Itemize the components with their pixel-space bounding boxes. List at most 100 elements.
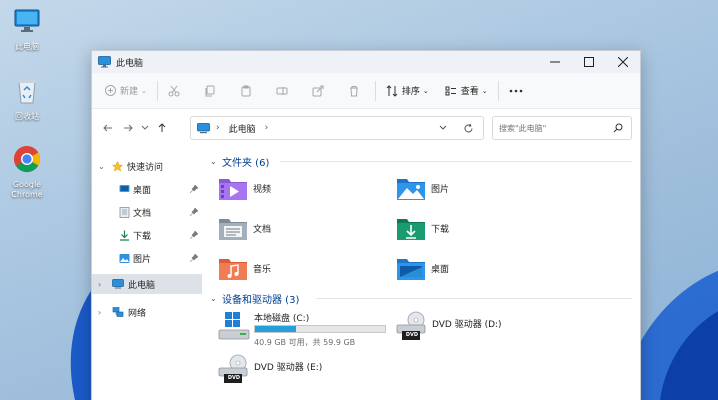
content-pane: ⌄ 文件夹 (6) 视频 图片 文档 下载 音乐 桌面 ⌄ 设备和驱动器 (3)… [204,151,638,400]
view-icon [445,86,456,95]
pin-icon[interactable] [190,208,198,216]
sidebar-item-desktop[interactable]: 桌面 [92,179,202,199]
chevron-down-icon: ⌄ [481,86,488,95]
breadcrumb-item[interactable]: 此电脑 [229,122,256,135]
share-icon [312,85,324,96]
sidebar-item-pictures[interactable]: 图片 [92,248,202,268]
dvd-badge: DVD [227,375,241,381]
copy-icon [205,85,215,96]
divider [280,161,632,162]
this-pc-icon [98,56,111,68]
new-button-label: 新建 [120,87,139,97]
pin-icon[interactable] [190,254,198,262]
search-input[interactable] [499,123,609,133]
sidebar-item-documents[interactable]: 文档 [92,202,202,222]
drive-label: DVD 驱动器 (D:) [432,320,502,330]
close-button[interactable] [606,51,640,73]
divider [316,298,632,299]
folder-item-documents[interactable]: 文档 [218,213,388,243]
more-options-button[interactable] [504,78,528,104]
sidebar-item-this-pc[interactable]: › 此电脑 [92,274,202,294]
folder-item-videos[interactable]: 视频 [218,173,388,203]
pin-icon[interactable] [190,231,198,239]
chevron-down-icon[interactable]: ⌄ [98,162,105,171]
drive-label: 本地磁盘 (C:) [254,314,310,324]
view-button[interactable]: 查看 ⌄ [440,78,493,104]
sidebar-item-label: 图片 [133,254,152,265]
chevron-down-icon[interactable] [439,125,447,131]
pictures-icon [119,253,130,263]
delete-button[interactable] [343,78,365,104]
chevron-right-icon[interactable]: › [98,280,101,289]
documents-folder-icon [219,219,247,240]
sort-button[interactable]: 排序 ⌄ [381,78,434,104]
maximize-button[interactable] [572,51,606,73]
paste-icon [241,85,251,96]
pin-icon[interactable] [190,185,198,193]
this-pc-icon [112,279,124,289]
forward-button[interactable] [118,116,138,140]
minimize-button[interactable] [538,51,572,73]
chevron-down-icon[interactable]: ⌄ [210,157,222,166]
desktop-icon-chrome[interactable]: Google Chrome [2,144,52,200]
copy-button[interactable] [199,78,221,104]
folder-item-pictures[interactable]: 图片 [396,173,566,203]
dvd-badge: DVD [405,332,419,338]
desktop-icon-recycle-bin[interactable]: 回收站 [2,76,52,122]
chevron-down-icon[interactable]: ⌄ [210,294,222,303]
drive-usage-fill [255,326,297,332]
desktop-icon-label: 回收站 [15,112,39,121]
search-icon[interactable] [613,123,623,133]
chrome-icon [13,145,41,173]
minimize-icon [550,61,560,63]
sidebar-item-quick-access[interactable]: ⌄ 快速访问 [92,156,202,176]
download-icon [120,230,129,241]
window-title: 此电脑 [116,58,144,69]
drive-item-c[interactable]: 本地磁盘 (C:) 40.9 GB 可用，共 59.9 GB [218,311,398,347]
group-title: 文件夹 (6) [222,157,270,169]
sidebar-item-label: 此电脑 [128,280,156,291]
sidebar-item-downloads[interactable]: 下载 [92,225,202,245]
back-button[interactable] [98,116,118,140]
downloads-folder-icon [397,219,425,240]
sidebar-item-network[interactable]: › 网络 [92,302,202,322]
pictures-folder-icon [397,179,425,200]
desktop-icon-this-pc[interactable]: 此电脑 [2,6,52,52]
address-box[interactable]: › 此电脑 › [190,116,484,140]
folder-label: 音乐 [253,264,272,275]
rename-button[interactable] [271,78,293,104]
title-bar[interactable]: 此电脑 [92,51,640,73]
folder-item-desktop[interactable]: 桌面 [396,253,566,283]
network-icon [112,306,124,317]
refresh-icon[interactable] [463,123,474,134]
share-button[interactable] [307,78,329,104]
group-header-drives[interactable]: ⌄ 设备和驱动器 (3) [210,290,299,306]
up-button[interactable] [152,116,172,140]
desktop-folder-icon [119,185,130,192]
this-pc-icon [197,122,210,133]
drive-item-e[interactable]: DVD DVD 驱动器 (E:) [218,354,398,388]
plus-icon [105,85,116,96]
drive-size-text: 40.9 GB 可用，共 59.9 GB [254,338,356,347]
drive-usage-bar [254,325,386,333]
chevron-right-icon[interactable]: › [98,308,101,317]
group-header-folders[interactable]: ⌄ 文件夹 (6) [210,153,269,169]
new-button[interactable]: 新建 ⌄ [100,78,152,104]
recycle-bin-icon [18,80,36,104]
folder-label: 图片 [431,184,450,195]
folder-item-downloads[interactable]: 下载 [396,213,566,243]
address-bar: › 此电脑 › [92,109,640,147]
drive-item-d[interactable]: DVD DVD 驱动器 (D:) [396,311,576,345]
maximize-icon [584,57,594,67]
monitor-icon [14,9,40,32]
search-box[interactable] [492,116,632,140]
arrow-right-icon [124,124,133,132]
recent-locations-button[interactable] [138,116,152,140]
sidebar-item-label: 桌面 [133,185,152,196]
paste-button[interactable] [235,78,257,104]
folder-item-music[interactable]: 音乐 [218,253,388,283]
drive-label: DVD 驱动器 (E:) [254,363,323,373]
sort-icon [386,84,398,97]
desktop-icon-label: 此电脑 [15,42,39,51]
cut-button[interactable] [163,78,185,104]
